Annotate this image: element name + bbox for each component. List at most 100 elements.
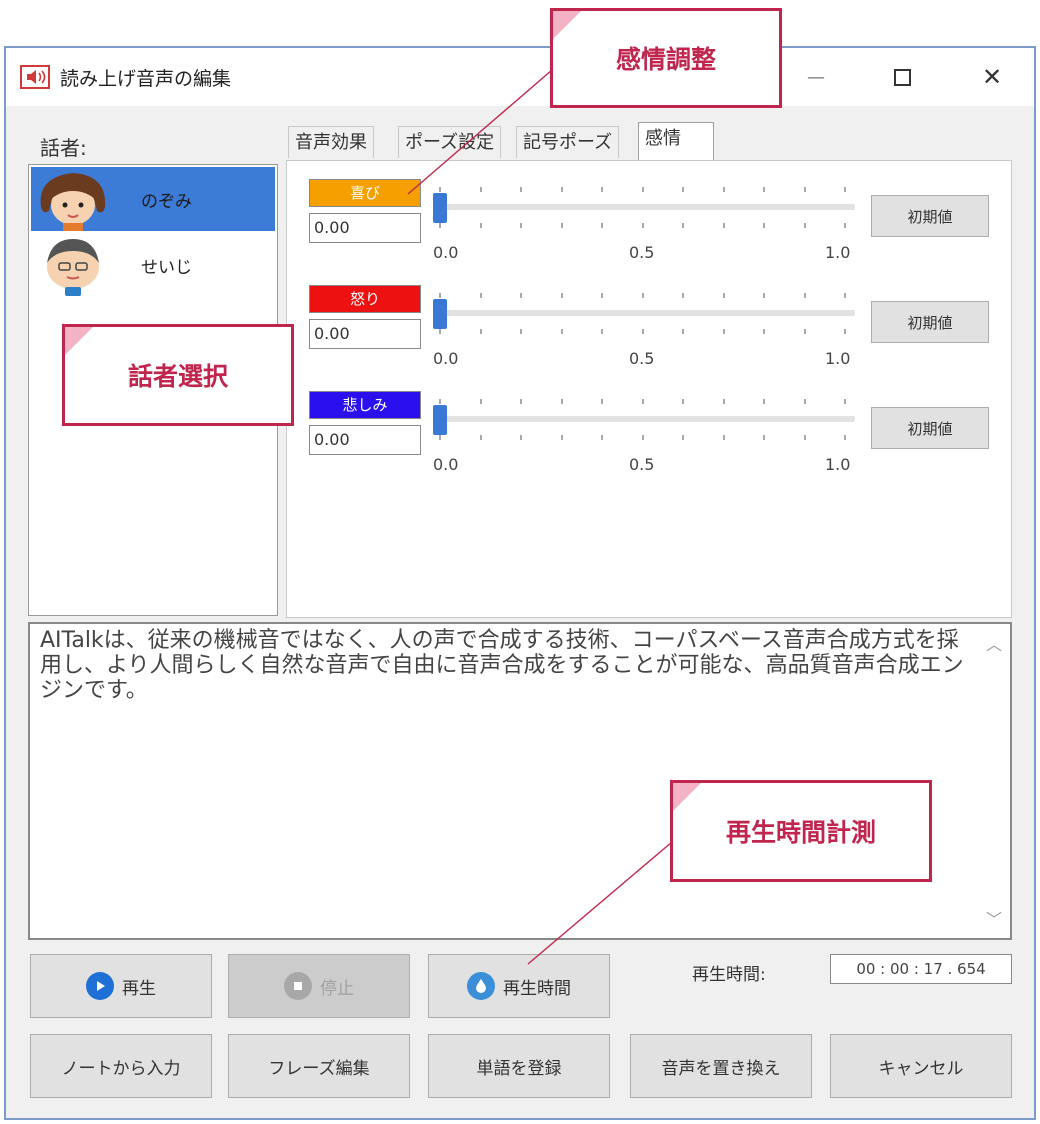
slider-tick [844,399,846,404]
tab-symbol-pause[interactable]: 記号ポーズ [516,126,620,158]
slider-tick [763,329,765,334]
slider-tick [520,223,522,228]
tab-emotion[interactable]: 感情 [638,122,714,160]
reset-button[interactable]: 初期値 [871,195,989,237]
slider-thumb[interactable] [433,193,447,223]
slider-tick [722,293,725,298]
slider-tick [722,399,725,404]
slider-tick [479,293,482,298]
slider-tick [641,187,644,192]
slider-tick [844,293,846,298]
tab-sound-effects[interactable]: 音声効果 [288,126,374,158]
speaker-item-seiji[interactable]: せいじ [31,233,275,297]
measure-time-button[interactable]: 再生時間 [428,954,610,1018]
slider-tick [479,399,482,404]
stop-button[interactable]: 停止 [228,954,410,1018]
slider-tick [763,435,765,440]
slider-tick [682,399,684,404]
slider-tick [682,187,684,192]
slider-tick [803,223,806,228]
emotion-slider[interactable]: 0.0 0.5 1.0 [433,283,859,373]
slider-track [433,204,855,210]
close-icon: ✕ [981,63,1003,91]
slider-tick [560,223,563,228]
minimize-button[interactable]: — [786,56,846,98]
speaker-label: 話者: [40,136,87,160]
speaker-name: のぞみ [141,192,192,212]
callout-text: 感情調整 [615,45,716,74]
slider-tick [479,329,482,334]
maximize-button[interactable] [872,56,932,98]
play-icon [86,972,114,1000]
slider-tick [641,223,644,228]
slider-mid-label: 0.5 [629,349,655,368]
reset-button[interactable]: 初期値 [871,407,989,449]
register-word-button[interactable]: 単語を登録 [428,1034,610,1098]
speaker-app-icon [20,65,50,89]
slider-tick [682,329,684,334]
slider-tick [763,293,765,298]
replace-audio-button[interactable]: 音声を置き換え [630,1034,812,1098]
emotion-value-field[interactable]: 0.00 [309,213,421,243]
slider-tick [601,435,603,440]
slider-tick [560,435,563,440]
emotion-row-anger: 怒り 0.00 0.0 0.5 1.0 初期値 [287,283,1013,383]
speaker-item-nozomi[interactable]: のぞみ [31,167,275,231]
scroll-down-icon[interactable]: ﹀ [986,907,1002,932]
maximize-icon [893,68,911,86]
slider-tick [479,435,482,440]
slider-tick [560,187,563,192]
emotion-slider[interactable]: 0.0 0.5 1.0 [433,389,859,479]
input-from-note-button[interactable]: ノートから入力 [30,1034,212,1098]
emotion-row-sadness: 悲しみ 0.00 0.0 0.5 1.0 初期値 [287,389,1013,489]
slider-max-label: 1.0 [825,349,851,368]
callout-playback-measure: 再生時間計測 [670,780,932,882]
slider-tick [763,187,765,192]
slider-tick [479,187,482,192]
slider-thumb[interactable] [433,405,447,435]
playback-time-value: 00 : 00 : 17 . 654 [830,954,1012,984]
dialog-window: 読み上げ音声の編集 — ✕ 話者: のぞみ せいじ 音声効果 ポーズ設定 記号ポ… [4,46,1036,1120]
slider-tick [520,187,522,192]
slider-tick [560,329,563,334]
slider-tick [439,187,441,192]
scroll-up-icon[interactable]: ︿ [986,632,1002,657]
title-bar: 読み上げ音声の編集 — ✕ [6,48,1034,106]
slider-tick [641,293,644,298]
callout-text: 話者選択 [127,362,228,391]
tab-pause-settings[interactable]: ポーズ設定 [398,126,502,158]
slider-max-label: 1.0 [825,243,851,262]
slider-tick [520,435,522,440]
slider-tick [439,293,441,298]
slider-mid-label: 0.5 [629,455,655,474]
emotion-row-joy: 喜び 0.00 0.0 0.5 1.0 初期値 [287,177,1013,277]
reset-button[interactable]: 初期値 [871,301,989,343]
emotion-label: 怒り [309,285,421,313]
emotion-value-field[interactable]: 0.00 [309,425,421,455]
slider-track [433,416,855,422]
emotion-slider[interactable]: 0.0 0.5 1.0 [433,177,859,267]
slider-tick [844,435,846,440]
slider-tick [520,293,522,298]
minimize-icon: — [807,66,825,88]
callout-emotion-adjust: 感情調整 [550,8,782,108]
slider-thumb[interactable] [433,299,447,329]
slider-tick [803,187,806,192]
slider-tick [803,435,806,440]
emotion-value-field[interactable]: 0.00 [309,319,421,349]
avatar-female-icon [40,173,106,231]
slider-tick [439,399,441,404]
slider-tick [722,435,725,440]
slider-tick [641,399,644,404]
slider-tick [682,435,684,440]
playback-time-label: 再生時間: [692,965,766,985]
play-button[interactable]: 再生 [30,954,212,1018]
phrase-edit-button[interactable]: フレーズ編集 [228,1034,410,1098]
slider-tick [844,329,846,334]
slider-tick [803,399,806,404]
cancel-button[interactable]: キャンセル [830,1034,1012,1098]
slider-tick [439,223,441,228]
avatar-male-icon [47,239,99,296]
slider-tick [560,293,563,298]
close-button[interactable]: ✕ [962,56,1022,98]
